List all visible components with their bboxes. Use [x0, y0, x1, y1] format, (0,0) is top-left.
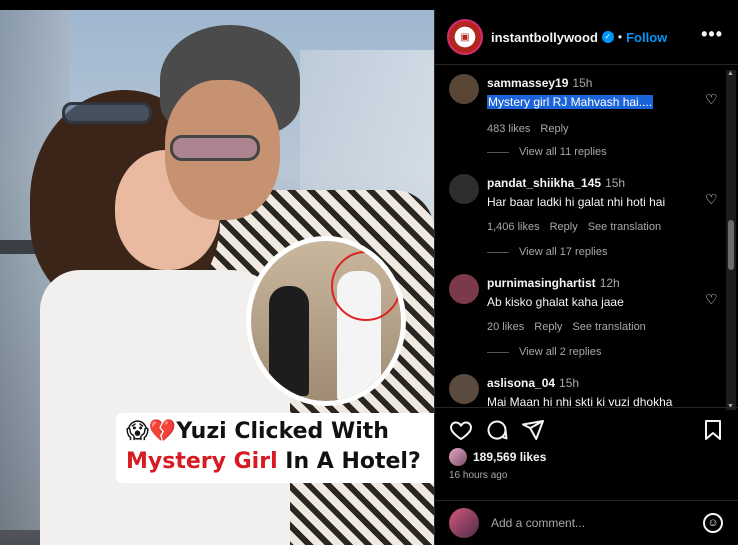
caption-line-1: 😱💔Yuzi Clicked With — [126, 419, 389, 444]
post-actions-bar — [435, 407, 738, 447]
inset-photo — [246, 236, 406, 406]
commenter-avatar[interactable] — [449, 374, 479, 404]
account-username[interactable]: instantbollywood — [491, 30, 598, 45]
comment-meta: 1,406 likes Reply See translation — [487, 221, 707, 233]
comment-likes[interactable]: 1,406 likes — [487, 221, 540, 233]
comment-icon[interactable] — [485, 418, 509, 442]
post-sidebar: ▣ instantbollywood ✓ • Follow ••• sammas… — [434, 10, 738, 545]
comment-time: 15h — [572, 76, 593, 90]
reply-button[interactable]: Reply — [540, 123, 568, 135]
likes-row: 189,569 likes — [449, 448, 546, 466]
comment-text: Mystery girl RJ Mahvash hai.... — [487, 95, 654, 109]
view-replies[interactable]: View all 17 replies — [487, 246, 607, 258]
see-translation-button[interactable]: See translation — [588, 221, 661, 233]
comment-body: aslisona_04 15h Mai Maan hi nhi skti ki y… — [487, 374, 707, 406]
verified-badge-icon: ✓ — [601, 31, 614, 43]
view-replies[interactable]: View all 11 replies — [487, 146, 607, 158]
post-header: ▣ instantbollywood ✓ • Follow ••• — [435, 10, 738, 65]
reply-button[interactable]: Reply — [550, 221, 578, 233]
comment-like-heart-icon[interactable]: ♡ — [705, 192, 719, 206]
comment-meta: 20 likes Reply See translation — [487, 321, 707, 333]
comment-time: 15h — [605, 176, 626, 190]
post-caption-overlay: 😱💔Yuzi Clicked With Mystery Girl In A Ho… — [116, 413, 434, 483]
scroll-up-icon[interactable]: ▲ — [727, 70, 734, 77]
caption-rest: In A Hotel? — [277, 449, 421, 474]
sunglasses — [62, 102, 152, 124]
reply-button[interactable]: Reply — [534, 321, 562, 333]
scrollbar-thumb[interactable] — [728, 220, 734, 270]
comments-list: sammassey19 15h Mystery girl RJ Mahvash h… — [435, 66, 725, 406]
heart-icon[interactable] — [449, 418, 473, 442]
more-options-icon[interactable]: ••• — [701, 24, 723, 45]
add-comment-bar: Add a comment... ☺ — [435, 500, 738, 545]
comment-time: 12h — [599, 276, 620, 290]
emoji-icon[interactable]: ☺ — [703, 513, 723, 533]
separator-dot: • — [617, 30, 623, 44]
view-replies-label[interactable]: View all 17 replies — [519, 246, 607, 258]
comment-username[interactable]: sammassey19 — [487, 76, 568, 90]
follow-button[interactable]: Follow — [626, 30, 667, 45]
comment-likes[interactable]: 483 likes — [487, 123, 530, 135]
bookmark-icon[interactable] — [701, 418, 725, 442]
view-replies-label[interactable]: View all 2 replies — [519, 346, 601, 358]
comment-like-heart-icon[interactable]: ♡ — [705, 92, 719, 106]
caption-highlight: Mystery Girl — [126, 449, 278, 474]
share-icon[interactable] — [521, 418, 545, 442]
comment-body: pandat_shiikha_145 15h Har baar ladki hi … — [487, 174, 707, 233]
current-user-avatar — [449, 508, 479, 538]
comment-text: Har baar ladki hi galat nhi hoti hai — [487, 195, 666, 209]
inset-woman — [269, 286, 309, 396]
account-avatar[interactable]: ▣ — [447, 19, 483, 55]
inset-highlight-circle — [331, 251, 401, 321]
post-time[interactable]: 16 hours ago — [449, 470, 507, 481]
post-image[interactable]: 😱💔Yuzi Clicked With Mystery Girl In A Ho… — [0, 10, 434, 545]
view-replies[interactable]: View all 2 replies — [487, 346, 601, 358]
comment-username[interactable]: pandat_shiikha_145 — [487, 176, 601, 190]
commenter-avatar[interactable] — [449, 74, 479, 104]
comment-username[interactable]: purnimasinghartist — [487, 276, 596, 290]
comment-likes[interactable]: 20 likes — [487, 321, 524, 333]
see-translation-button[interactable]: See translation — [572, 321, 645, 333]
comment-text: Mai Maan hi nhi skti ki yuzi dhokha — [487, 395, 673, 406]
view-replies-label[interactable]: View all 11 replies — [519, 146, 607, 158]
comment-body: sammassey19 15h Mystery girl RJ Mahvash h… — [487, 74, 707, 135]
comment-like-heart-icon[interactable]: ♡ — [705, 292, 719, 306]
add-comment-input[interactable]: Add a comment... — [491, 516, 585, 530]
commenter-avatar[interactable] — [449, 274, 479, 304]
likes-count[interactable]: 189,569 likes — [473, 450, 546, 464]
liker-avatar[interactable] — [449, 448, 467, 466]
comment-meta: 483 likes Reply — [487, 123, 707, 135]
comment-time: 15h — [559, 376, 580, 390]
comment-text: Ab kisko ghalat kaha jaae — [487, 295, 624, 309]
caption-line-2: Mystery Girl In A Hotel? — [126, 447, 426, 477]
comment-username[interactable]: aslisona_04 — [487, 376, 555, 390]
glasses — [170, 135, 260, 161]
comments-scrollbar[interactable]: ▲ ▼ — [726, 70, 736, 410]
commenter-avatar[interactable] — [449, 174, 479, 204]
comment-body: purnimasinghartist 12h Ab kisko ghalat ka… — [487, 274, 707, 333]
